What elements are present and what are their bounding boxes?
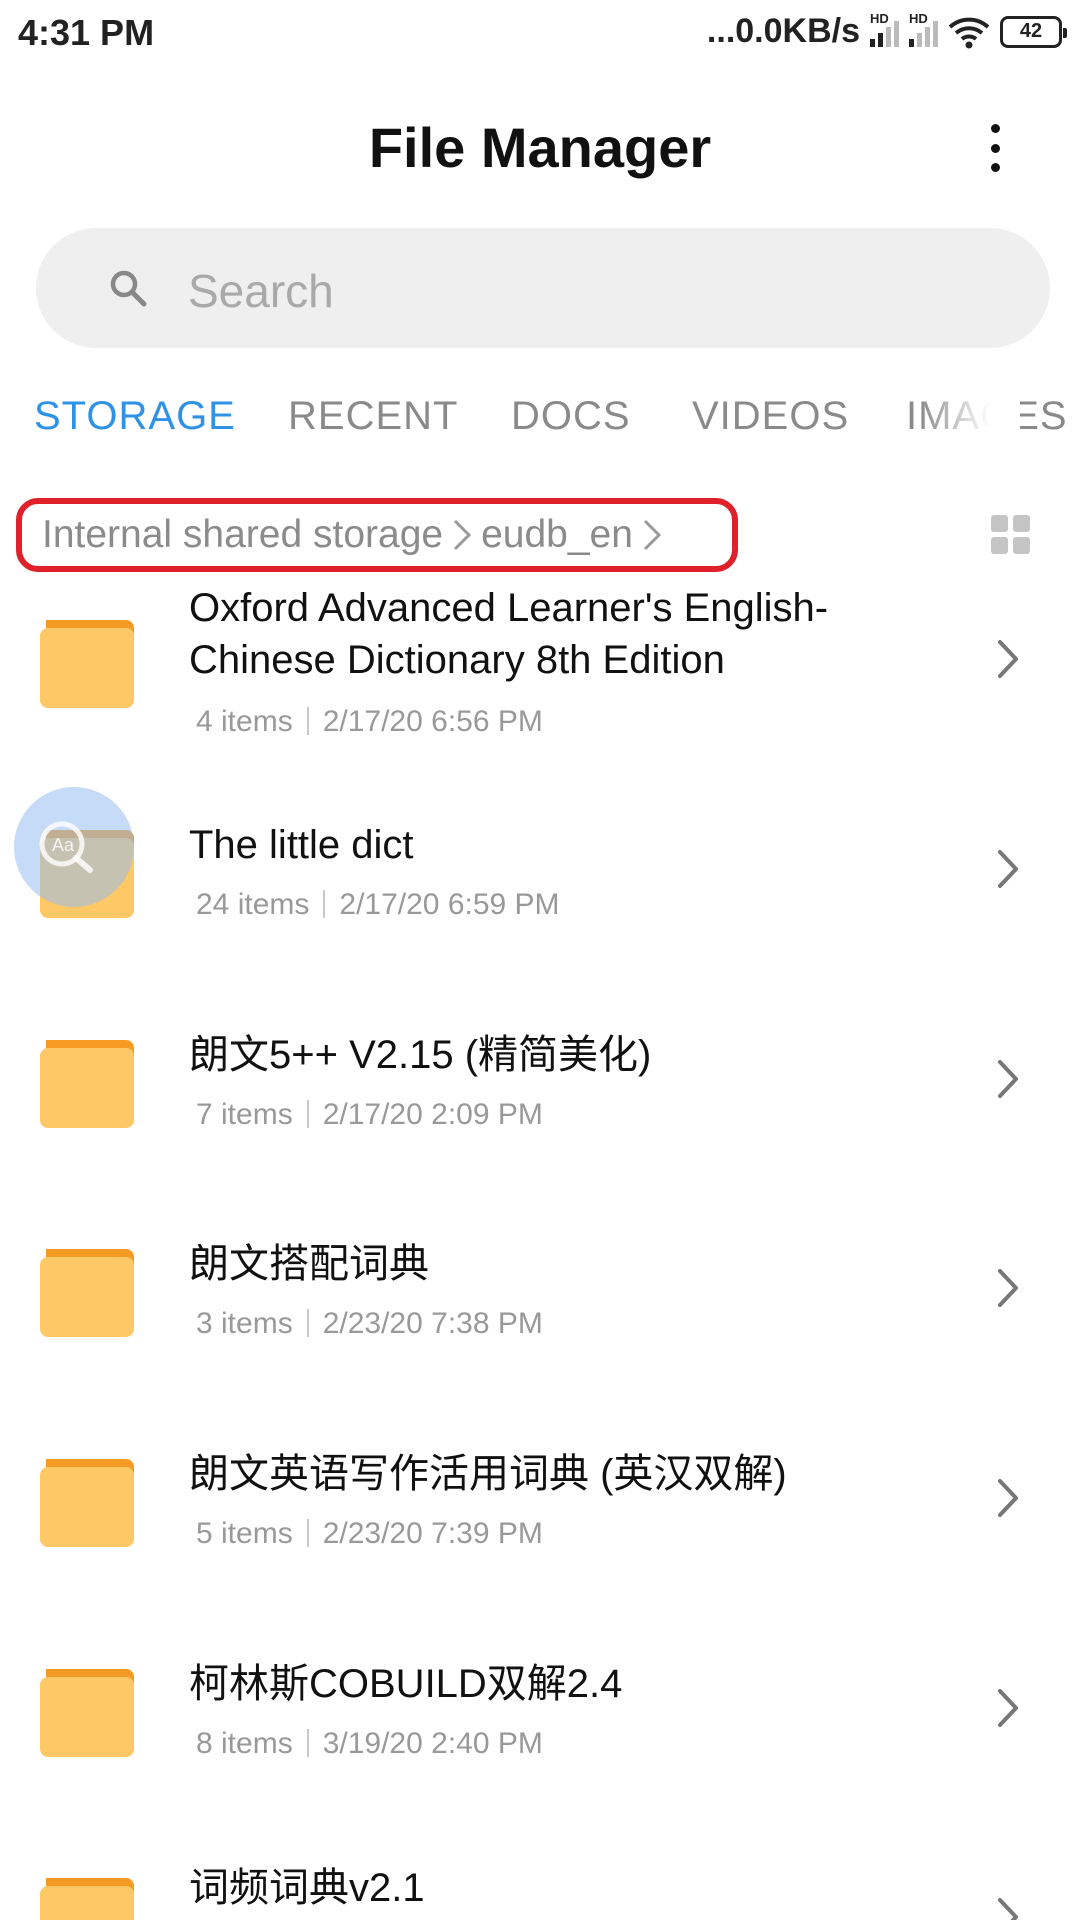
folder-date: 2/17/20 6:59 PM: [339, 888, 560, 921]
folder-item-count: 5 items: [196, 1517, 293, 1550]
folder-name: 朗文5++ V2.15 (精简美化): [189, 1033, 652, 1077]
wifi-icon: [948, 17, 990, 48]
chevron-right-icon: [643, 519, 662, 551]
folder-date: 3/19/20 2:40 PM: [322, 1727, 543, 1760]
folder-meta: 24 items 2/17/20 6:59 PM: [196, 888, 560, 922]
search-icon: [110, 270, 147, 307]
folder-name: 柯林斯COBUILD双解2.4: [189, 1662, 623, 1706]
folder-meta: 7 items 2/17/20 2:09 PM: [196, 1098, 543, 1132]
folder-icon: [40, 1040, 134, 1128]
page-title: File Manager: [368, 116, 712, 179]
chevron-right-icon: [454, 519, 472, 551]
status-icons: ...0.0KB/s HD HD 42: [706, 11, 1067, 51]
folder-name: 朗文搭配词典: [189, 1242, 429, 1286]
signal-icon: HD: [909, 11, 938, 47]
search-placeholder: Search: [188, 265, 334, 317]
breadcrumb-item-current[interactable]: eudb_en: [481, 513, 633, 557]
battery-icon: 42: [1000, 15, 1067, 48]
folder-icon: [40, 1878, 134, 1920]
folder-name: 朗文英语写作活用词典 (英汉双解): [189, 1452, 787, 1496]
folder-icon: [40, 1249, 134, 1337]
folder-name: Oxford Advanced Learner's English-Chines…: [189, 586, 829, 682]
breadcrumb: Internal shared storage eudb_en: [16, 498, 738, 572]
chevron-right-icon: [998, 1060, 1018, 1098]
folder-item-count: 8 items: [196, 1727, 293, 1760]
chevron-right-icon: [998, 850, 1018, 888]
more-vertical-icon[interactable]: [980, 118, 1010, 178]
folder-icon: [40, 620, 134, 708]
folder-date: 2/23/20 7:38 PM: [322, 1307, 543, 1340]
tabs-fade: [920, 388, 1020, 468]
folder-meta: 3 items 2/23/20 7:38 PM: [196, 1307, 543, 1341]
folder-date: 2/17/20 6:56 PM: [322, 705, 543, 738]
chevron-right-icon: [998, 1269, 1018, 1307]
status-time: 4:31 PM: [18, 12, 155, 53]
search-input[interactable]: Search: [36, 228, 1050, 348]
folder-item-count: 24 items: [196, 888, 310, 921]
folder-name: The little dict: [189, 823, 414, 867]
folder-date: 2/23/20 7:39 PM: [322, 1517, 543, 1550]
folder-name: 词频词典v2.1: [189, 1866, 425, 1910]
folder-meta: 8 items 3/19/20 2:40 PM: [196, 1727, 543, 1761]
tab-docs[interactable]: DOCS: [511, 394, 631, 439]
network-speed: ...0.0KB/s: [706, 12, 860, 50]
chevron-right-icon: [998, 1689, 1018, 1727]
folder-item-count: 7 items: [196, 1098, 293, 1131]
folder-item-count: 4 items: [196, 705, 293, 738]
category-tabs: STORAGE RECENT DOCS VIDEOS IMAGES: [0, 388, 1080, 468]
folder-item-count: 3 items: [196, 1307, 293, 1340]
svg-text:Aa: Aa: [52, 835, 75, 855]
breadcrumb-item-root[interactable]: Internal shared storage: [42, 513, 443, 557]
chevron-right-icon: [998, 1898, 1018, 1920]
status-bar: 4:31 PM ...0.0KB/s HD HD 42: [0, 0, 1080, 70]
tab-videos[interactable]: VIDEOS: [692, 394, 849, 439]
signal-icon: HD: [870, 11, 899, 47]
tab-storage[interactable]: STORAGE: [34, 394, 236, 439]
folder-meta: 5 items 2/23/20 7:39 PM: [196, 1517, 543, 1551]
folder-icon: [40, 1669, 134, 1757]
dictionary-search-icon: Aa: [39, 821, 93, 873]
folder-date: 2/17/20 2:09 PM: [322, 1098, 543, 1131]
folder-icon: [40, 1459, 134, 1547]
folder-meta: 4 items 2/17/20 6:56 PM: [196, 705, 543, 739]
tab-recent[interactable]: RECENT: [288, 394, 458, 439]
grid-view-icon[interactable]: [991, 515, 1031, 555]
chevron-right-icon: [998, 1479, 1018, 1517]
chevron-right-icon: [998, 640, 1018, 678]
